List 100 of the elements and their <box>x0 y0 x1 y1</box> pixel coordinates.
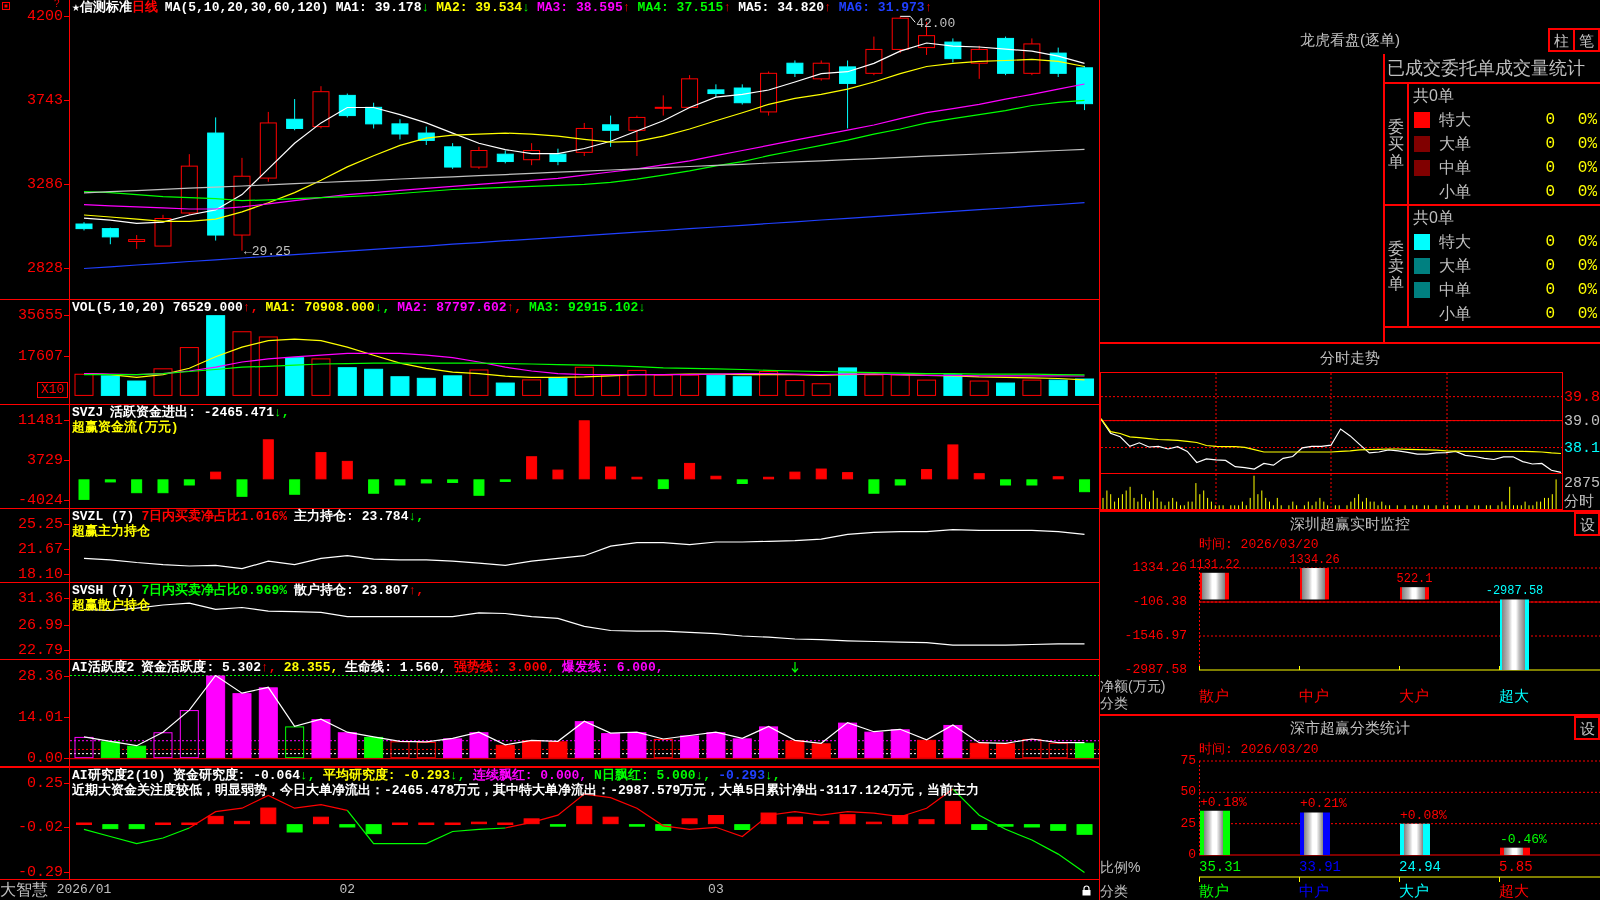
trend-arrow: ↓ <box>638 300 647 315</box>
trend-arrow: ↑, <box>242 300 259 315</box>
bar-value-label: -2987.58 <box>1485 585 1544 599</box>
date-axis-label: 02 <box>339 881 356 899</box>
legend-text: MA1: 70908.000 <box>265 300 375 315</box>
rising-candle <box>812 59 830 82</box>
order-share: 0% <box>1577 233 1597 251</box>
brand-label: 大智慧 <box>0 881 48 899</box>
axis-tick-label: 17607 <box>18 348 63 364</box>
order-count: 0 <box>1545 159 1555 177</box>
bar-value-label: 1131.22 <box>1189 558 1240 572</box>
axis-tick-label: 11481 <box>18 412 63 428</box>
axis-tick-label: 35655 <box>18 307 63 323</box>
rising-candle <box>470 146 488 170</box>
settings-button[interactable]: 设 <box>1574 512 1600 536</box>
axis-tick-label: 1334.26 <box>1132 561 1187 575</box>
lock-icon <box>1082 885 1091 896</box>
legend-text: 主力持仓: 23.784 <box>294 509 409 524</box>
axis-tick-label: -0.02 <box>18 820 63 835</box>
trend-arrow: ↓ <box>421 0 430 15</box>
order-total: 共0单 <box>1413 87 1454 105</box>
trend-arrow: ↑ <box>622 0 631 15</box>
axis-tick-label: 14.01 <box>18 709 63 725</box>
legend-text: SVSH (7) <box>72 583 135 598</box>
axis-tick-label: 75 <box>1180 754 1196 768</box>
falling-candle <box>786 59 804 78</box>
legend-text: 日线 <box>131 0 158 15</box>
axis-tick-label: -0.29 <box>18 864 63 880</box>
panel-title: 深圳超赢实时监控 <box>1290 515 1410 533</box>
legend-text: 28.355, <box>283 660 339 675</box>
view-toggle-button[interactable]: 柱 <box>1548 28 1575 52</box>
category-label: 大户 <box>1399 687 1429 705</box>
trend-arrow: ↓, <box>450 768 466 783</box>
bar-value-label: 522.1 <box>1396 573 1433 587</box>
legend-text: SVZJ <box>72 405 104 420</box>
date-axis-label: 2026/01 <box>56 881 112 899</box>
legend-text: MA5: 34.820 <box>738 0 825 15</box>
order-count: 0 <box>1545 135 1555 153</box>
bar-value-label: 5.85 <box>1499 859 1533 875</box>
axis-marker: ? <box>54 0 60 9</box>
axis-tick-label: 0.00 <box>27 750 63 766</box>
axis-tick-label: 3729 <box>27 452 63 468</box>
falling-candle <box>602 115 620 148</box>
settings-button[interactable]: 设 <box>1574 716 1600 740</box>
rising-candle <box>970 45 988 80</box>
legend-text: 7日内买卖净占比1.016% <box>141 509 288 524</box>
axis-tick-label: 18.10 <box>18 566 63 581</box>
category-label: 中户 <box>1299 882 1329 900</box>
legend-text: 76529.000 <box>172 300 243 315</box>
bar-value-label: 33.91 <box>1299 859 1341 875</box>
falling-candle <box>549 148 567 166</box>
order-share: 0% <box>1577 111 1597 129</box>
category-label: 散户 <box>1199 687 1229 705</box>
falling-candle <box>101 227 119 245</box>
falling-candle <box>286 98 304 131</box>
group-label: 委卖单 <box>1388 239 1404 293</box>
legend-text: 平均研究度: -0.293 <box>322 768 451 783</box>
falling-candle <box>391 118 409 140</box>
falling-candle <box>338 93 356 118</box>
legend-text: AI活跃度2 <box>72 660 135 675</box>
rising-candle <box>312 85 330 129</box>
order-size-label: 特大 <box>1438 233 1471 251</box>
order-share: 0% <box>1577 257 1597 275</box>
legend-text: MA2: 39.534 <box>436 0 523 15</box>
bar-value-label: 35.31 <box>1199 859 1241 875</box>
falling-candle <box>365 102 383 129</box>
change-label: +0.21% <box>1300 797 1347 812</box>
order-size-label: 中单 <box>1438 281 1471 299</box>
axis-tick-label: -4024 <box>18 492 63 508</box>
order-count: 0 <box>1545 305 1555 323</box>
trend-arrow: ↑, <box>261 660 277 675</box>
change-label: +0.18% <box>1200 795 1247 810</box>
axis-title: 比例% <box>1100 859 1141 875</box>
rising-candle <box>180 153 198 216</box>
trend-arrow: ↑ <box>723 0 732 15</box>
rising-candle <box>128 234 146 250</box>
rising-candle <box>654 94 672 117</box>
trend-arrow: ↓, <box>695 768 712 783</box>
axis-tick-label: 4200 <box>27 8 63 24</box>
chart-subtitle: 时间: 2026/03/20 <box>1199 741 1319 757</box>
rising-candle <box>154 214 172 247</box>
order-count: 0 <box>1545 281 1555 299</box>
down-arrow-icon <box>790 662 799 673</box>
view-toggle-button[interactable]: 笔 <box>1573 28 1600 52</box>
falling-candle <box>496 150 514 164</box>
axis-tick-label: 25.25 <box>18 517 63 532</box>
table-title: 已成交委托单成交量统计 <box>1387 58 1585 78</box>
order-share: 0% <box>1577 281 1597 299</box>
trend-arrow: ↑ <box>924 0 933 15</box>
falling-candle <box>944 37 962 63</box>
rising-candle <box>575 122 593 157</box>
category-label: 超大 <box>1499 882 1529 900</box>
order-count: 0 <box>1545 183 1555 201</box>
trend-arrow: ↓, <box>764 768 781 783</box>
axis-tick-label: 0 <box>1188 848 1196 862</box>
axis-tick-label: 25 <box>1180 816 1196 831</box>
legend-text: 超赢资金流(万元) <box>72 420 179 435</box>
falling-candle <box>417 126 435 146</box>
order-share: 0% <box>1577 159 1597 177</box>
order-size-label: 小单 <box>1438 183 1471 201</box>
